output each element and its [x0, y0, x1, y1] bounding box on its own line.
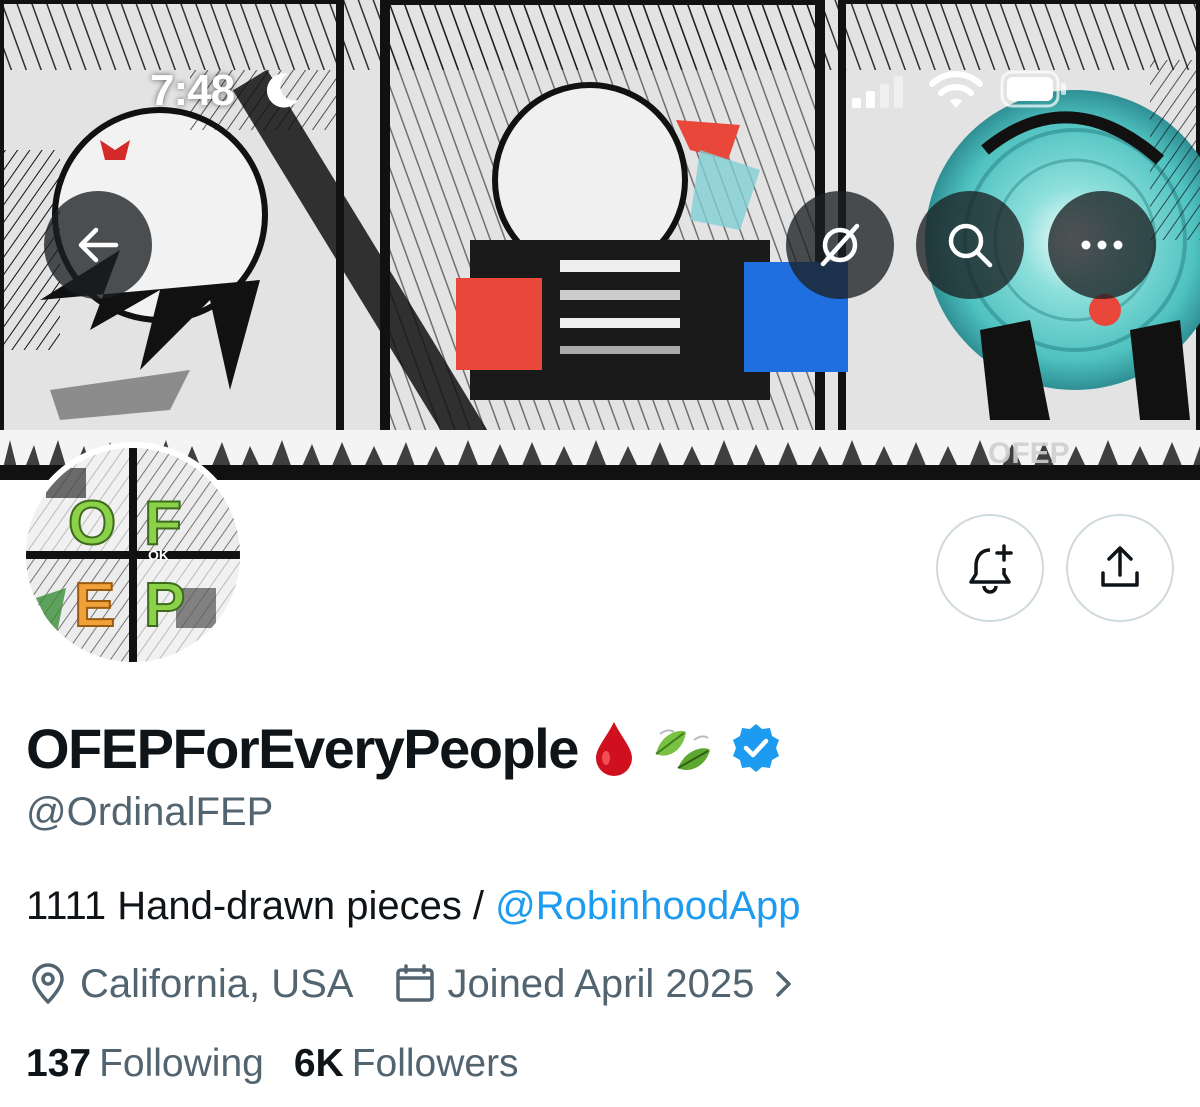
moon-icon [266, 73, 298, 108]
display-name: OFEPForEveryPeople [26, 716, 579, 780]
verified-badge-icon[interactable] [730, 722, 782, 774]
calendar-icon [396, 964, 435, 1002]
avatar-small-text: OK [148, 547, 169, 563]
location-pin-icon [32, 963, 64, 1004]
share-button[interactable] [1066, 514, 1174, 622]
battery-icon [1000, 70, 1066, 108]
profile-meta: California, USA Joined April 2025 [26, 957, 800, 1011]
bio-mention-link[interactable]: @RobinhoodApp [495, 884, 800, 928]
location-item: California, USA [26, 962, 353, 1007]
status-time: 7:48 [150, 66, 235, 115]
display-name-row: OFEPForEveryPeople [26, 708, 782, 788]
location-text: California, USA [80, 961, 354, 1006]
followers-label: Followers [351, 1042, 519, 1085]
more-options-button[interactable] [1048, 191, 1156, 299]
profile-banner[interactable]: OFEP 7:48 [0, 0, 1200, 480]
following-link[interactable]: 137 Following [26, 1042, 264, 1086]
grok-icon [820, 223, 860, 267]
wifi-icon [929, 71, 983, 108]
profile-stats: 137 Following 6K Followers [26, 1042, 519, 1086]
banner-watermark: OFEP [988, 437, 1070, 470]
bell-plus-icon [969, 544, 1013, 594]
bio-text: 1111 Hand-drawn pieces / [26, 884, 496, 928]
share-icon [1101, 546, 1139, 587]
followers-count: 6K [293, 1042, 344, 1085]
back-arrow-icon [78, 227, 119, 263]
chevron-right-icon [776, 971, 792, 997]
drop-of-blood-icon [592, 720, 636, 776]
profile-avatar[interactable]: O F E P OK [20, 442, 246, 668]
following-count: 137 [26, 1042, 92, 1085]
profile-bio: 1111 Hand-drawn pieces / @RobinhoodApp [26, 884, 800, 929]
avatar-image: O F E P OK [26, 448, 240, 662]
profile-handle: @OrdinalFEP [26, 790, 274, 834]
following-label: Following [99, 1042, 264, 1085]
followers-link[interactable]: 6K Followers [294, 1042, 519, 1086]
notifications-button[interactable] [936, 514, 1044, 622]
more-icon [1081, 240, 1123, 250]
joined-text: Joined April 2025 [447, 961, 755, 1006]
search-button[interactable] [916, 191, 1024, 299]
avatar-letter-e: E [74, 571, 115, 640]
back-button[interactable] [44, 191, 152, 299]
joined-item[interactable]: Joined April 2025 [393, 962, 800, 1007]
avatar-letter-p: P [144, 571, 185, 640]
signal-icon [852, 76, 903, 108]
leaf-fluttering-icon [650, 720, 716, 776]
avatar-letter-o: O [68, 489, 116, 558]
grok-button[interactable] [786, 191, 894, 299]
search-icon [948, 223, 993, 268]
